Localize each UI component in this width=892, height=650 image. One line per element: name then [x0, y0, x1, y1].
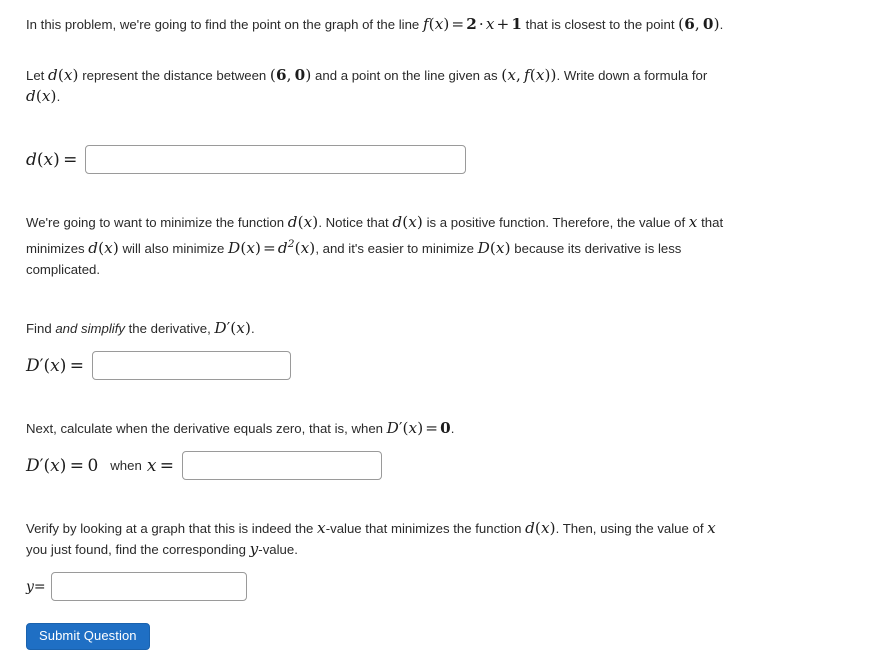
distance-text-1: Let [26, 68, 48, 83]
answer-row-y: y= [26, 572, 866, 602]
math-d-of-x-3: d(x) [287, 213, 319, 231]
answer-connector-when: when [110, 458, 142, 474]
verify-paragraph: Verify by looking at a graph that this i… [26, 518, 732, 560]
distance-text-3: and a point on the line given as [311, 68, 502, 83]
answer-row-dx: d(x) = [26, 145, 866, 174]
zero-prompt-text-2: . [450, 421, 455, 437]
distance-text-2: represent the distance between [78, 68, 270, 83]
zero-prompt-text-1: Next, calculate when the derivative equa… [26, 421, 387, 437]
derivative-prompt-text-2: the derivative, [124, 321, 215, 337]
derivative-prompt-text-1: Find [26, 321, 56, 337]
minimize-text-6: , and it's easier to minimize [315, 241, 478, 257]
intro-text-end: . [719, 17, 724, 32]
math-D-prime-equals-zero: D′(x) = 0 [386, 419, 451, 438]
zero-prompt: Next, calculate when the derivative equa… [26, 418, 726, 439]
distance-paragraph: Let d(x) represent the distance between … [26, 65, 732, 107]
math-D-of-x-1: D(x) [477, 239, 511, 258]
math-point-6-0-2: (6, 0) [269, 66, 312, 84]
minimize-paragraph: We're going to want to minimize the func… [26, 212, 732, 280]
verify-text-3: . Then, using the value of [555, 521, 708, 537]
answer-row-dprime: D′(x) = [26, 351, 866, 381]
derivative-prompt: Find and simplify the derivative, D′(x). [26, 318, 726, 339]
math-D-equals-d-squared: D(x) = d2(x) [228, 237, 316, 258]
math-variable-x-2: x [317, 519, 326, 538]
question-content: In this problem, we're going to find the… [0, 0, 892, 650]
minimize-text-5: will also minimize [118, 241, 229, 257]
math-ordered-pair-x-fx: (x, f(x)) [501, 66, 557, 84]
submit-row: Submit Question [26, 623, 866, 650]
verify-text-4: you just found, find the corresponding [26, 542, 250, 558]
math-point-6-0: (6, 0) [678, 15, 720, 33]
answer-input-y[interactable] [50, 572, 247, 602]
derivative-prompt-emphasis: and simplify [55, 321, 125, 337]
verify-text-1: Verify by looking at a graph that this i… [26, 521, 318, 537]
math-D-prime-of-x-1: D′(x) [214, 319, 251, 338]
math-d-of-x-6: d(x) [525, 519, 556, 538]
answer-input-x[interactable] [182, 451, 383, 481]
answer-label-x-equation: D′(x) = 0 [26, 455, 99, 476]
derivative-prompt-text-3: . [250, 321, 255, 337]
distance-text-5: . [56, 89, 61, 104]
answer-input-dprime[interactable] [92, 351, 292, 381]
answer-label-dx: d(x) = [26, 149, 78, 170]
intro-paragraph: In this problem, we're going to find the… [26, 14, 732, 35]
question-page: In this problem, we're going to find the… [0, 0, 892, 650]
intro-text-after: that is closest to the point [522, 17, 679, 32]
answer-label-variable-x: x = [146, 455, 175, 476]
math-d-of-x-2: d(x) [26, 87, 57, 105]
math-variable-y: y [249, 540, 259, 559]
verify-text-2: -value that minimizes the function [325, 521, 526, 537]
minimize-text-2: . Notice that [318, 215, 393, 230]
intro-text-before: In this problem, we're going to find the… [26, 17, 423, 32]
math-f-of-x: f(x) = 2 · x +1 [422, 15, 523, 33]
answer-label-y: y= [26, 578, 46, 595]
math-d-of-x-4: d(x) [392, 213, 423, 231]
answer-row-x: D′(x) = 0 when x = [26, 451, 866, 481]
math-d-of-x-5: d(x) [88, 239, 119, 258]
answer-input-dx[interactable] [85, 145, 467, 174]
math-variable-x-3: x [707, 519, 716, 538]
submit-question-button[interactable]: Submit Question [26, 623, 150, 650]
minimize-text-3: is a positive function. Therefore, the v… [422, 215, 689, 230]
answer-label-dprime: D′(x) = [26, 355, 85, 376]
verify-text-5: -value. [258, 542, 298, 558]
math-d-of-x-1: d(x) [48, 66, 79, 84]
distance-text-4: . Write down a formula for [556, 68, 708, 83]
minimize-text-1: We're going to want to minimize the func… [26, 215, 288, 230]
